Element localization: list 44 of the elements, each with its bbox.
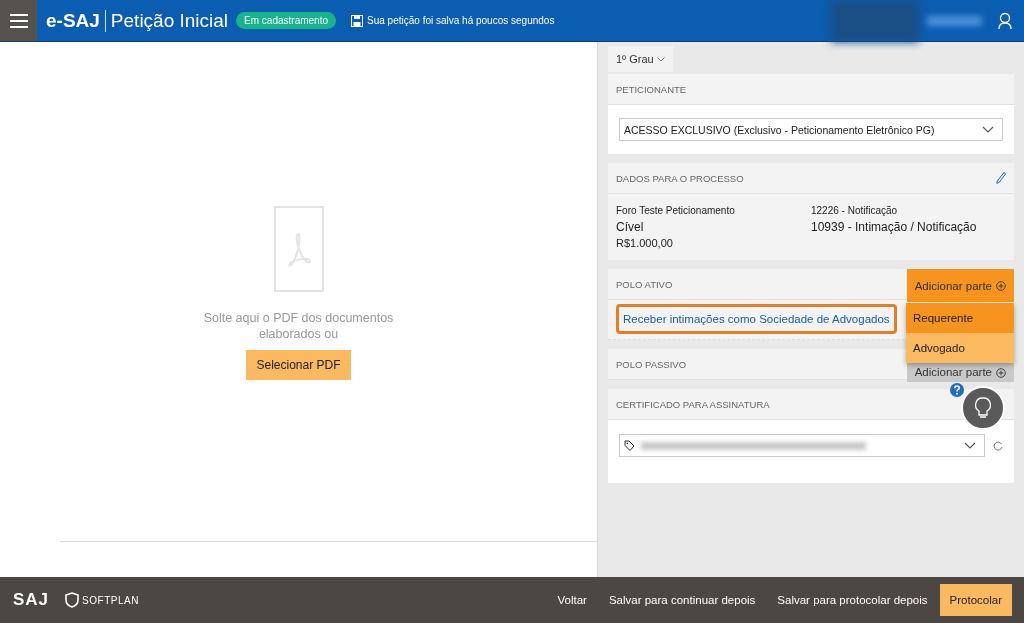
drop-message: Solte aqui o PDF dos documentos elaborados ou	[202, 310, 395, 342]
pdf-file-icon	[273, 206, 324, 292]
section-title: POLO PASSIVO	[616, 358, 688, 370]
status-badge: Em cadastramento	[236, 12, 337, 29]
tag-icon	[624, 439, 635, 452]
save-notice: Sua petição foi salva há poucos segundos	[367, 15, 555, 26]
footer-button[interactable]: Salvar para continuar depois	[598, 584, 766, 616]
pencil-icon[interactable]	[996, 172, 1006, 184]
petitioner-select[interactable]: ACESSO EXCLUSIVO (Exclusivo - Peticionamento Eletrônico PG)	[619, 118, 1003, 141]
page-title: Petição Inicial	[110, 9, 229, 32]
add-party-button[interactable]: Adicionar parte	[906, 269, 1014, 302]
plus-circle-icon	[996, 368, 1006, 378]
app-name: e-SAJ	[46, 9, 100, 32]
detail-text: R$1.000,00	[616, 236, 674, 250]
detail-text: 12226 - Notificação	[811, 204, 899, 218]
footer-button[interactable]: Salvar para protocolar depois	[767, 584, 938, 616]
logo-text: SOFTPLAN	[82, 594, 139, 606]
help-icon[interactable]	[950, 383, 964, 397]
detail-text: 10939 - Intimação / Notificação	[811, 219, 978, 236]
section-title: CERTIFICADO PARA ASSINATURA	[616, 398, 771, 410]
chevron-down-icon	[656, 56, 665, 62]
menu-item[interactable]: Advogado	[906, 333, 1014, 363]
blurred-area	[927, 15, 982, 26]
chevron-down-icon	[982, 126, 994, 133]
menu-item[interactable]: Requerente	[906, 303, 1014, 333]
chevron-down-icon	[964, 442, 976, 449]
menu-icon	[9, 13, 28, 28]
footer-button[interactable]: Protocolar	[939, 584, 1012, 616]
lightbulb-button-icon[interactable]	[961, 386, 1005, 430]
plus-circle-icon	[996, 280, 1006, 291]
section-title: POLO ATIVO	[616, 278, 674, 290]
footer-button[interactable]: Voltar	[547, 584, 597, 616]
section-title: DADOS PARA O PROCESSO	[616, 172, 745, 184]
menu-button[interactable]	[0, 0, 37, 41]
detail-text: Cível	[616, 219, 645, 236]
law-firm-link[interactable]: Receber intimações como Sociedade de Advogados	[616, 304, 897, 334]
select-pdf-button[interactable]: Selecionar PDF	[246, 350, 351, 380]
section-title: PETICIONANTE	[616, 83, 688, 95]
refresh-icon[interactable]	[993, 440, 1003, 451]
user-icon[interactable]	[998, 11, 1012, 30]
instance-dropdown[interactable]: 1º Grau	[608, 46, 673, 72]
shield-icon	[65, 592, 80, 608]
detail-text: Foro Teste Peticionamento	[616, 204, 736, 218]
logo-text: SAJ	[13, 590, 50, 610]
